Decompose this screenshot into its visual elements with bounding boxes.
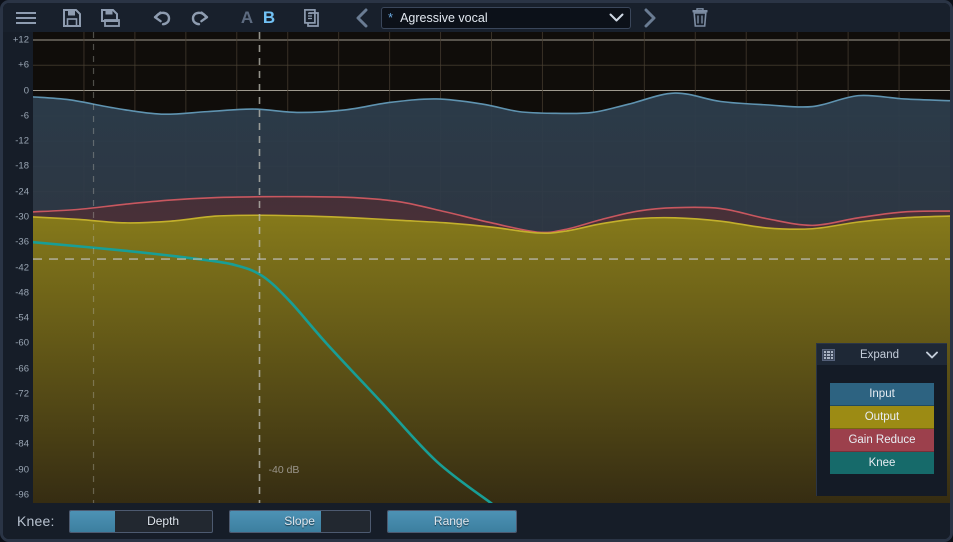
legend-item-list: Input Output Gain Reduce Knee — [830, 383, 934, 474]
toolbar: A B * Agressive vocal — [3, 3, 950, 32]
y-axis-tick: -54 — [15, 312, 29, 324]
legend-title: Expand — [859, 348, 899, 361]
legend-header[interactable]: Expand — [817, 344, 947, 365]
y-axis-tick: -96 — [15, 489, 29, 501]
y-axis-tick: -90 — [15, 463, 29, 475]
slope-slider[interactable]: Slope — [228, 509, 371, 533]
legend-item-label: Input — [869, 388, 895, 400]
preset-selector[interactable]: * Agressive vocal — [381, 6, 631, 29]
next-preset-button[interactable] — [637, 6, 663, 30]
preset-modified-marker: * — [388, 10, 394, 25]
preset-name-label: Agressive vocal — [400, 10, 488, 25]
y-axis-tick: -6 — [20, 110, 29, 122]
y-axis-tick: -42 — [15, 261, 29, 273]
copy-icon[interactable] — [297, 6, 327, 30]
ab-compare-a-button[interactable]: A — [237, 6, 257, 30]
y-axis-tick: +12 — [12, 34, 29, 46]
redo-icon[interactable] — [185, 6, 215, 30]
series-area-output — [33, 215, 950, 503]
y-axis-tick: -18 — [15, 160, 29, 172]
legend-item[interactable]: Input — [830, 383, 934, 406]
control-bar: Knee: Depth Slope Range — [3, 503, 950, 539]
grid-dots-icon[interactable] — [822, 348, 835, 361]
chevron-down-icon[interactable] — [609, 13, 624, 22]
y-axis-tick: -60 — [15, 337, 29, 349]
y-axis-tick: -84 — [15, 438, 29, 450]
legend-item-label: Knee — [868, 457, 896, 469]
depth-slider[interactable]: Depth — [68, 509, 213, 533]
legend-item[interactable]: Output — [830, 406, 934, 429]
y-axis: +12 +6 0 -6 -12 -18 -24 -30 -36 -42 -48 -54 -60 -66 -7… — [3, 32, 33, 503]
hamburger-menu-icon[interactable] — [11, 6, 41, 30]
legend-item-label: Output — [864, 411, 900, 423]
y-axis-tick: +6 — [18, 59, 29, 71]
y-axis-tick: -48 — [15, 287, 29, 299]
legend-item[interactable]: Knee — [830, 452, 934, 474]
y-axis-tick: -66 — [15, 362, 29, 374]
y-axis-tick: -12 — [15, 135, 29, 147]
threshold-label: -40 dB — [268, 464, 299, 476]
save-as-icon[interactable] — [95, 6, 125, 30]
range-slider-label: Range — [433, 514, 470, 528]
graph-area: +12 +6 0 -6 -12 -18 -24 -30 -36 -42 -48 -54 -60 -66 -7… — [3, 32, 950, 503]
y-axis-tick: -24 — [15, 185, 29, 197]
ab-compare-b-button[interactable]: B — [259, 6, 279, 30]
slope-slider-label: Slope — [284, 514, 315, 528]
knee-group-label: Knee: — [17, 513, 55, 529]
legend-item-label: Gain Reduce — [848, 434, 916, 446]
legend-panel: Expand Input Output Gain Reduce Knee — [816, 343, 947, 496]
prev-preset-button[interactable] — [349, 6, 375, 30]
plot-canvas[interactable]: -40 dB — [33, 32, 950, 503]
legend-item[interactable]: Gain Reduce — [830, 429, 934, 452]
depth-slider-label: Depth — [147, 514, 180, 528]
save-icon[interactable] — [57, 6, 87, 30]
y-axis-tick: 0 — [23, 84, 29, 96]
level-history-chart: -40 dB — [33, 32, 950, 503]
undo-icon[interactable] — [147, 6, 177, 30]
range-slider[interactable]: Range — [386, 509, 517, 533]
chevron-down-icon[interactable] — [926, 351, 938, 359]
y-axis-tick: -78 — [15, 413, 29, 425]
trash-icon[interactable] — [687, 6, 713, 30]
plugin-window: A B * Agressive vocal +12 +6 0 -6 -12 -1… — [0, 0, 953, 542]
y-axis-tick: -36 — [15, 236, 29, 248]
y-axis-tick: -72 — [15, 388, 29, 400]
y-axis-tick: -30 — [15, 211, 29, 223]
